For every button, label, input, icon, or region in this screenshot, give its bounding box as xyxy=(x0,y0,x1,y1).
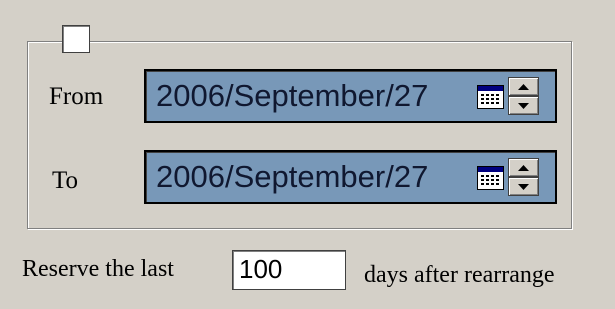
spin-up-icon xyxy=(518,165,529,171)
spin-down-icon xyxy=(518,103,529,109)
to-date-spinner xyxy=(508,158,539,196)
spin-up-icon xyxy=(518,84,529,90)
to-date-value: 2006/September/27 xyxy=(156,159,429,194)
to-label: To xyxy=(52,167,79,194)
to-spin-up-button[interactable] xyxy=(508,158,539,177)
reserve-suffix-label: days after rearrange xyxy=(364,262,555,288)
calendar-icon[interactable] xyxy=(477,85,504,109)
from-date-spinner xyxy=(508,77,539,115)
to-spin-down-button[interactable] xyxy=(508,177,539,196)
from-spin-up-button[interactable] xyxy=(508,77,539,96)
from-date-value: 2006/September/27 xyxy=(156,78,429,113)
from-spin-down-button[interactable] xyxy=(508,96,539,115)
reserve-days-input[interactable]: 100 xyxy=(232,250,346,290)
from-label: From xyxy=(49,83,104,110)
to-date-picker[interactable]: 2006/September/27 xyxy=(144,150,557,204)
enable-date-range-checkbox[interactable] xyxy=(62,25,90,53)
spin-down-icon xyxy=(518,184,529,190)
from-date-picker[interactable]: 2006/September/27 xyxy=(144,69,557,123)
reserve-prefix-label: Reserve the last xyxy=(22,256,174,282)
calendar-icon[interactable] xyxy=(477,166,504,190)
